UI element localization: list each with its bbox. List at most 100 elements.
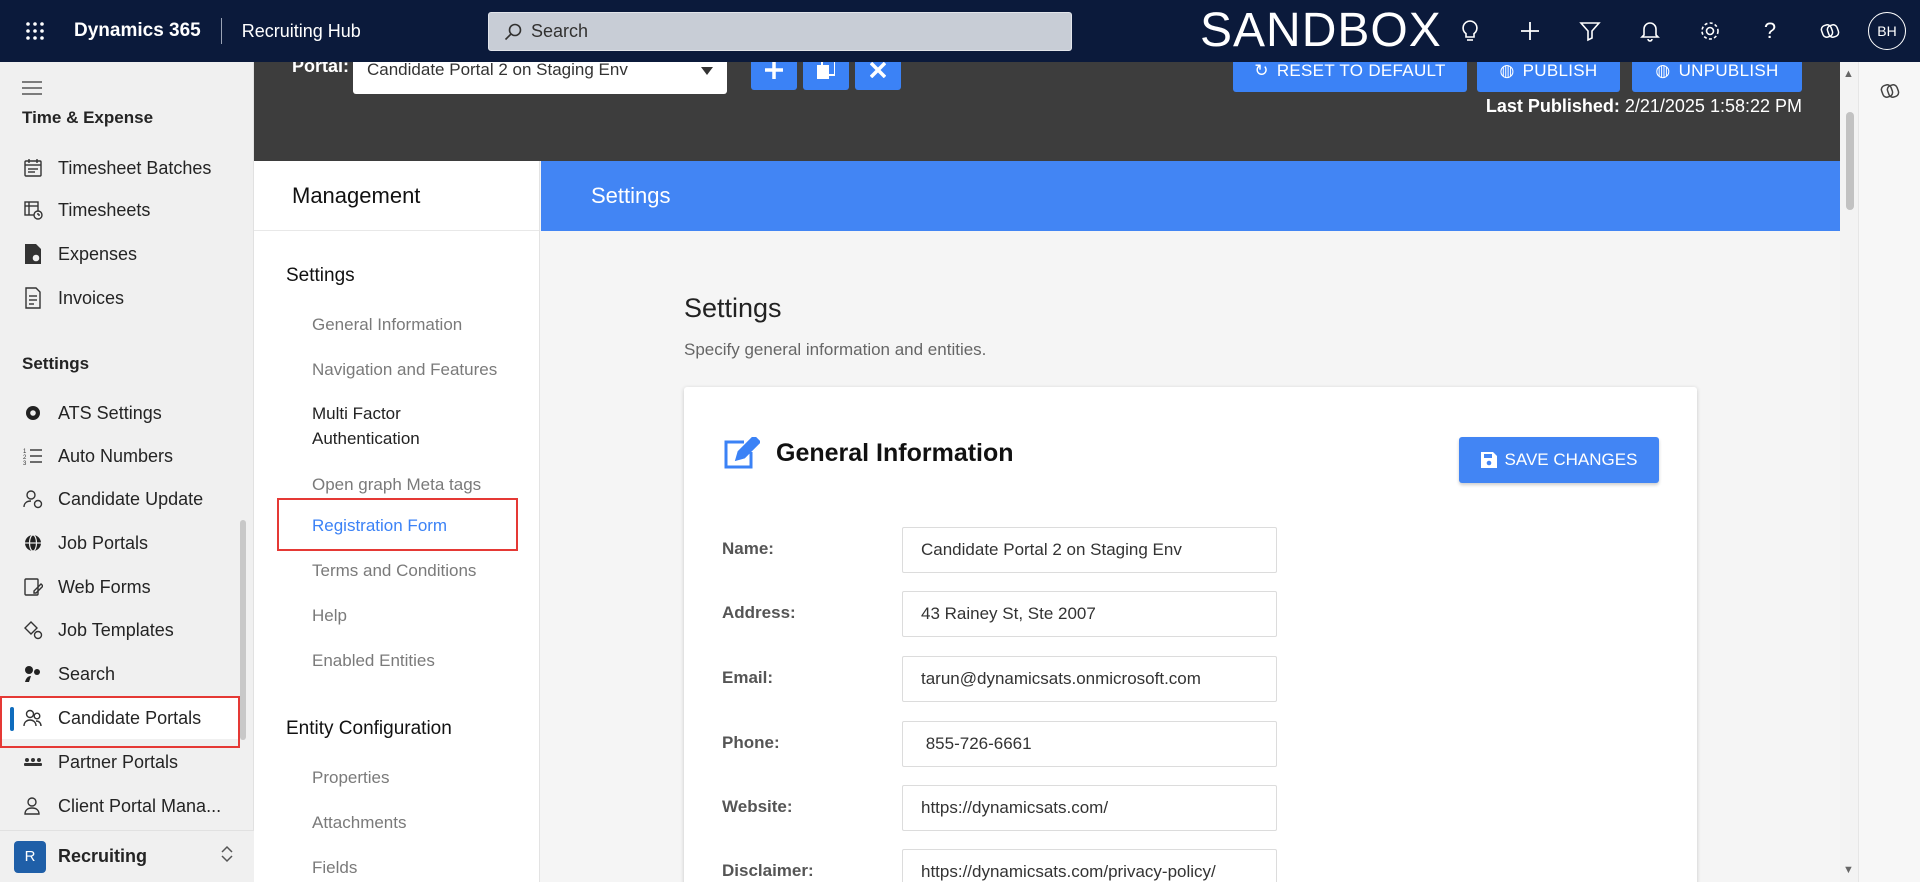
sidebar-item-auto-numbers[interactable]: 123 Auto Numbers: [0, 435, 240, 477]
sidebar-item-expenses[interactable]: Expenses: [0, 233, 240, 275]
area-label: Recruiting: [58, 846, 148, 866]
calendar-list-icon: [22, 157, 44, 179]
area-switcher[interactable]: R Recruiting: [0, 830, 254, 882]
top-bar-actions: ? BH: [1440, 0, 1906, 62]
title-divider: [220, 18, 222, 44]
global-search-input[interactable]: Search: [488, 12, 1072, 51]
area-badge: R: [14, 840, 46, 873]
help-icon[interactable]: ?: [1740, 0, 1800, 62]
management-group-settings: Settings: [286, 265, 355, 286]
filter-icon[interactable]: [1560, 0, 1620, 62]
sidebar-item-label: ATS Settings: [58, 402, 162, 423]
mgmt-item-navigation-features[interactable]: Navigation and Features: [312, 357, 532, 382]
portal-select[interactable]: Candidate Portal 2 on Staging Env: [353, 62, 727, 94]
last-published-value: 2/21/2025 1:58:22 PM: [1624, 96, 1802, 116]
site-map-nav: Time & Expense Timesheet Batches Timeshe…: [0, 62, 254, 882]
reset-icon: ↻: [1254, 62, 1269, 80]
nav-scrollbar[interactable]: [240, 520, 246, 740]
management-panel: Management Settings General Information …: [254, 161, 540, 882]
mgmt-item-multi-factor-auth[interactable]: Multi Factor Authentication: [312, 401, 502, 451]
sidebar-item-ats-settings[interactable]: ATS Settings: [0, 392, 240, 434]
user-avatar[interactable]: BH: [1868, 12, 1906, 50]
svg-text:3: 3: [23, 461, 27, 466]
field-label-disclaimer: Disclaimer:: [722, 861, 814, 880]
search-icon: [504, 23, 522, 40]
scroll-up-arrow-icon[interactable]: ▲: [1843, 68, 1854, 80]
disclaimer-field[interactable]: https://dynamicsats.com/privacy-policy/: [902, 849, 1277, 882]
lightbulb-icon[interactable]: [1440, 0, 1500, 62]
mgmt-item-enabled-entities[interactable]: Enabled Entities: [312, 648, 532, 673]
bell-icon[interactable]: [1620, 0, 1680, 62]
unpublish-button[interactable]: ◍ UNPUBLISH: [1632, 62, 1802, 92]
management-group-entity: Entity Configuration: [286, 718, 452, 739]
delete-portal-button[interactable]: [855, 62, 901, 90]
main-content: Portal: Candidate Portal 2 on Staging En…: [254, 62, 1840, 882]
top-bar: Dynamics 365 Recruiting Hub Search SANDB…: [0, 0, 1920, 62]
reset-to-default-button[interactable]: ↻ RESET TO DEFAULT: [1233, 62, 1467, 92]
portal-header: Portal: Candidate Portal 2 on Staging En…: [254, 62, 1840, 161]
field-label-phone: Phone:: [722, 733, 780, 752]
sidebar-item-label: Client Portal Mana...: [58, 795, 222, 816]
settings-content: Settings Specify general information and…: [541, 231, 1840, 882]
copilot-icon[interactable]: [1879, 80, 1901, 107]
mgmt-item-fields[interactable]: Fields: [312, 855, 532, 880]
address-field[interactable]: 43 Rainey St, Ste 2007: [902, 591, 1277, 637]
environment-label: SANDBOX: [1200, 4, 1442, 57]
settings-subtitle: Specify general information and entities…: [684, 340, 987, 359]
add-portal-button[interactable]: [751, 62, 797, 90]
email-field[interactable]: tarun@dynamicsats.onmicrosoft.com: [902, 656, 1277, 702]
person-shield-icon: [22, 795, 44, 817]
save-changes-button[interactable]: SAVE CHANGES: [1459, 437, 1659, 483]
sidebar-item-label: Auto Numbers: [58, 445, 174, 466]
nav-section-time-expense: Time & Expense: [22, 108, 154, 127]
portal-label: Portal:: [292, 62, 350, 76]
sidebar-item-label: Web Forms: [58, 576, 151, 597]
scroll-down-arrow-icon[interactable]: ▼: [1843, 864, 1854, 876]
chevron-down-icon: [701, 62, 713, 80]
hub-name[interactable]: Recruiting Hub: [242, 21, 361, 42]
last-published-label: Last Published:: [1485, 96, 1620, 116]
sidebar-item-timesheets[interactable]: Timesheets: [0, 189, 240, 231]
sidebar-item-search[interactable]: Search: [0, 653, 240, 695]
hamburger-icon[interactable]: [22, 80, 42, 101]
publish-button[interactable]: ◍ PUBLISH: [1477, 62, 1620, 92]
save-icon: [1480, 452, 1497, 468]
scrollbar-thumb[interactable]: [1846, 112, 1854, 210]
sidebar-item-label: Invoices: [58, 287, 125, 308]
phone-field[interactable]: 855-726-6661: [902, 721, 1277, 767]
sidebar-item-web-forms[interactable]: Web Forms: [0, 566, 240, 608]
sidebar-item-candidate-update[interactable]: Candidate Update: [0, 478, 240, 520]
mgmt-item-properties[interactable]: Properties: [312, 765, 532, 790]
app-launcher-icon[interactable]: [0, 0, 70, 62]
app-name[interactable]: Dynamics 365: [74, 20, 201, 42]
card-title: General Information: [776, 439, 1014, 467]
sidebar-item-timesheet-batches[interactable]: Timesheet Batches: [0, 147, 240, 189]
website-field[interactable]: https://dynamicsats.com/: [902, 785, 1277, 831]
globe-icon: [22, 532, 44, 554]
sidebar-item-job-templates[interactable]: Job Templates: [0, 609, 240, 651]
copy-portal-button[interactable]: [803, 62, 849, 90]
person-sync-icon: [22, 488, 44, 510]
copilot-icon[interactable]: [1800, 0, 1860, 62]
sidebar-item-invoices[interactable]: Invoices: [0, 277, 240, 319]
page-scrollbar[interactable]: ▲ ▼: [1840, 62, 1858, 882]
sidebar-item-client-portal-management[interactable]: Client Portal Mana...: [0, 785, 240, 827]
edit-icon: [722, 434, 762, 476]
expense-document-icon: [22, 243, 44, 265]
field-label-email: Email:: [722, 668, 774, 687]
gear-icon[interactable]: [1680, 0, 1740, 62]
name-field[interactable]: Candidate Portal 2 on Staging Env: [902, 527, 1277, 573]
nav-section-settings: Settings: [22, 354, 90, 373]
plus-icon[interactable]: [1500, 0, 1560, 62]
mgmt-item-general-information[interactable]: General Information: [312, 312, 532, 337]
sidebar-item-job-portals[interactable]: Job Portals: [0, 522, 240, 564]
template-icon: [22, 619, 44, 641]
mgmt-item-terms-conditions[interactable]: Terms and Conditions: [312, 558, 532, 583]
mgmt-item-help[interactable]: Help: [312, 603, 532, 628]
close-icon: [870, 62, 886, 78]
save-changes-label: SAVE CHANGES: [1504, 450, 1638, 469]
mgmt-item-attachments[interactable]: Attachments: [312, 810, 532, 835]
mgmt-item-open-graph-meta[interactable]: Open graph Meta tags: [312, 472, 532, 497]
reset-label: RESET TO DEFAULT: [1276, 62, 1446, 80]
field-label-name: Name:: [722, 539, 774, 558]
